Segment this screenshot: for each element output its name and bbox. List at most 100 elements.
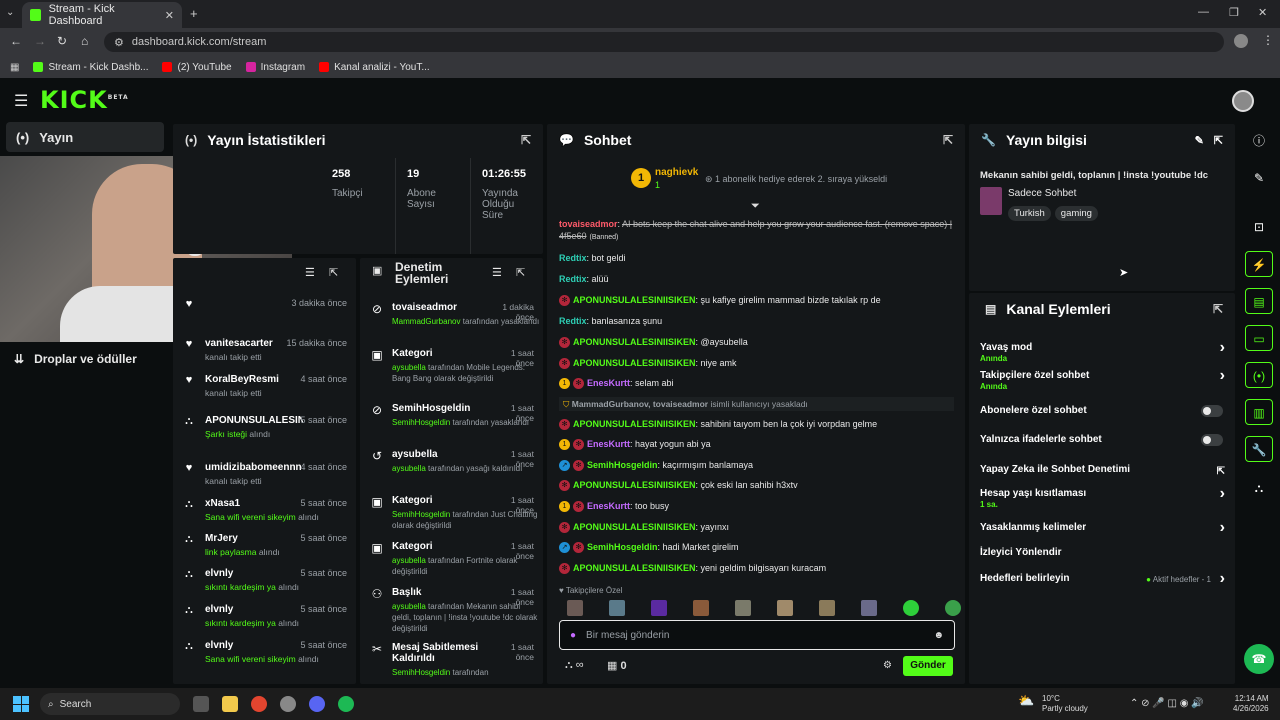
edit-icon[interactable]: ✎ bbox=[1245, 165, 1273, 191]
forward-icon[interactable]: → bbox=[34, 34, 46, 48]
viewer-avatar[interactable] bbox=[651, 600, 667, 616]
popout-icon[interactable]: ⇱ bbox=[943, 133, 953, 147]
channel-action-item[interactable]: İzleyici Yönlendir bbox=[980, 547, 1225, 558]
tab-list-icon[interactable]: ⌄ bbox=[6, 7, 14, 18]
filter-icon[interactable]: ☰ bbox=[305, 266, 315, 279]
close-tab-icon[interactable]: ✕ bbox=[165, 9, 174, 22]
filter-icon[interactable]: ☰ bbox=[492, 266, 502, 279]
chat-message[interactable]: ⛉ MammadGurbanov, tovaiseadmor isimli ku… bbox=[559, 397, 954, 411]
chat-icon[interactable]: ▭ bbox=[1245, 325, 1273, 351]
chat-input[interactable]: ● Bir mesaj gönderin ☻ bbox=[559, 620, 955, 650]
chat-message[interactable]: 1 ✻ EnesKurtt: hayat yogun abi ya bbox=[559, 438, 954, 451]
spotify-icon[interactable] bbox=[338, 696, 354, 712]
browser-tab[interactable]: Stream - Kick Dashboard ✕ bbox=[22, 2, 182, 28]
emote-link-icon[interactable]: ⛬ ∞ bbox=[565, 659, 584, 672]
chat-username[interactable]: APONUNSULALESINIISIKEN bbox=[573, 563, 696, 573]
profile-avatar[interactable] bbox=[1234, 34, 1248, 48]
chat-message[interactable]: ✻ APONUNSULALESINIISIKEN: şu kafiye girel… bbox=[559, 294, 954, 307]
chat-username[interactable]: tovaiseadmor bbox=[559, 219, 618, 229]
chat-username[interactable]: APONUNSULALESINIISIKEN bbox=[573, 522, 696, 532]
activity-item[interactable]: ♥ vanitesacarter 15 dakika önce kanalı taki… bbox=[183, 338, 353, 362]
chat-username[interactable]: SemihHosgeldin bbox=[587, 542, 658, 552]
channel-action-item[interactable]: Yapay Zeka ile Sohbet Denetimi ⇱ bbox=[980, 464, 1225, 477]
taskbar-search[interactable]: ⌕ Search bbox=[40, 693, 180, 715]
tray-icons[interactable]: ⌃ ⊘ 🎤 ◫ ◉ 🔊 bbox=[1130, 698, 1204, 709]
bookmark-channel-analytics[interactable]: Kanal analizi - YouT... bbox=[319, 62, 430, 73]
chat-username[interactable]: SemihHosgeldin bbox=[587, 460, 658, 470]
chat-username[interactable]: APONUNSULALESINIISIKEN bbox=[573, 480, 696, 490]
chat-username[interactable]: Redtix bbox=[559, 274, 587, 284]
chat-username[interactable]: EnesKurtt bbox=[587, 439, 630, 449]
reload-icon[interactable]: ↻ bbox=[57, 34, 67, 48]
moderation-item[interactable]: ▣ Kategori 1 saat önce aysubella tarafından… bbox=[370, 541, 540, 577]
activity-item[interactable]: ⛬ elvnly 5 saat önce sıkıntı kardeşim ya al… bbox=[183, 568, 353, 592]
chat-message[interactable]: ✻ APONUNSULALESINIISIKEN: niye amk bbox=[559, 357, 954, 370]
chat-username[interactable]: EnesKurtt bbox=[587, 378, 630, 388]
site-info-icon[interactable]: ⚙ bbox=[114, 36, 124, 49]
activity-item[interactable]: ⛬ xNasa1 5 saat önce Sana wifi vereni sikey… bbox=[183, 498, 353, 522]
support-icon[interactable]: ☎ bbox=[1244, 644, 1274, 674]
close-window-icon[interactable]: ✕ bbox=[1258, 6, 1267, 19]
home-icon[interactable]: ⌂ bbox=[81, 34, 88, 48]
user-avatar[interactable] bbox=[1232, 90, 1254, 112]
activity-item[interactable]: ⛬ MrJery 5 saat önce link paylasma alındı bbox=[183, 533, 353, 557]
tag[interactable]: Turkish bbox=[1008, 206, 1051, 221]
popout-icon[interactable]: ⇱ bbox=[1213, 302, 1223, 316]
viewer-avatar[interactable] bbox=[861, 600, 877, 616]
viewer-avatar[interactable] bbox=[777, 600, 793, 616]
clock[interactable]: 12:14 AM 4/26/2026 bbox=[1233, 694, 1269, 714]
chat-message[interactable]: ✻ APONUNSULALESINIISIKEN: yayınxı bbox=[559, 521, 954, 534]
chat-username[interactable]: EnesKurtt bbox=[587, 501, 630, 511]
tag[interactable]: gaming bbox=[1054, 206, 1098, 221]
activity-item[interactable]: ♥ 3 dakika önce bbox=[183, 298, 353, 310]
discord-icon[interactable] bbox=[309, 696, 325, 712]
gift-user[interactable]: naghievk bbox=[655, 167, 698, 178]
chevron-right-icon[interactable]: › bbox=[1220, 485, 1225, 503]
toggle-switch[interactable] bbox=[1201, 434, 1223, 446]
activity-item[interactable]: ⛬ APONUNSULALESINIISIKEN5 saat önce Şarkı … bbox=[183, 415, 353, 439]
weather-widget[interactable]: 10°C Partly cloudy bbox=[1042, 694, 1088, 714]
chat-username[interactable]: Redtix bbox=[559, 253, 587, 263]
chat-message[interactable]: ✻ APONUNSULALESINIISIKEN: yeni geldim bil… bbox=[559, 562, 954, 575]
chat-message[interactable]: ✻ APONUNSULALESINIISIKEN: @aysubella bbox=[559, 336, 954, 349]
category-name[interactable]: Sadece Sohbet bbox=[1008, 188, 1076, 199]
back-icon[interactable]: ← bbox=[10, 34, 22, 48]
chevron-right-icon[interactable]: › bbox=[1220, 367, 1225, 385]
send-button[interactable]: Gönder bbox=[903, 656, 953, 676]
activity-item[interactable]: ⛬ elvnly 5 saat önce Sana wifi vereni sikey… bbox=[183, 640, 353, 664]
file-explorer-icon[interactable] bbox=[222, 696, 238, 712]
chevron-right-icon[interactable]: › bbox=[1220, 570, 1225, 588]
chat-username[interactable]: APONUNSULALESINIISIKEN bbox=[573, 358, 696, 368]
external-link-icon[interactable]: ⇱ bbox=[1217, 466, 1225, 477]
popout-icon[interactable]: ⇱ bbox=[521, 133, 531, 147]
toggle-switch[interactable] bbox=[1201, 405, 1223, 417]
chat-message[interactable]: ✻ APONUNSULALESINIISIKEN: çok eski lan sa… bbox=[559, 479, 954, 492]
chat-message[interactable]: ↗ ✻ SemihHosgeldin: hadi Market girelim bbox=[559, 541, 954, 554]
channel-action-item[interactable]: Takipçilere özel sohbet Anında › bbox=[980, 367, 1225, 391]
channel-action-item[interactable]: Yasaklanmış kelimeler › bbox=[980, 519, 1225, 536]
edit-icon[interactable]: ✎ bbox=[1195, 134, 1204, 147]
info-icon[interactable]: ⓘ bbox=[1245, 128, 1273, 154]
url-field[interactable]: ⚙ dashboard.kick.com/stream bbox=[104, 32, 1224, 52]
clipboard-icon[interactable]: ▤ bbox=[1245, 288, 1273, 314]
screen-capture-icon[interactable]: ⊡ bbox=[1245, 214, 1273, 240]
windows-start-icon[interactable] bbox=[13, 696, 29, 712]
channel-action-item[interactable]: Abonelere özel sohbet bbox=[980, 405, 1225, 417]
chat-message[interactable]: tovaiseadmor: AI bots keep the chat aliv… bbox=[559, 218, 954, 244]
channel-action-item[interactable]: Hesap yaşı kısıtlaması 1 sa. › bbox=[980, 485, 1225, 509]
chat-message[interactable]: Redtix: alüü bbox=[559, 273, 954, 285]
lightning-icon[interactable]: ⚡ bbox=[1245, 251, 1273, 277]
chat-message[interactable]: 1 ✻ EnesKurtt: selam abi bbox=[559, 377, 954, 390]
viewer-avatar[interactable] bbox=[819, 600, 835, 616]
viewer-avatar[interactable] bbox=[735, 600, 751, 616]
nav-item-stream[interactable]: (•) Yayın bbox=[6, 122, 164, 152]
moderation-item[interactable]: ↺ aysubella 1 saat önce aysubella tarafında… bbox=[370, 449, 540, 474]
viewer-avatar[interactable] bbox=[693, 600, 709, 616]
bookmark-youtube[interactable]: (2) YouTube bbox=[162, 62, 232, 73]
bookmark-kick[interactable]: Stream - Kick Dashb... bbox=[33, 62, 148, 73]
task-view-icon[interactable] bbox=[193, 696, 209, 712]
maximize-icon[interactable]: ❐ bbox=[1229, 6, 1239, 19]
chat-username[interactable]: APONUNSULALESINIISIKEN bbox=[573, 295, 696, 305]
chat-message[interactable]: 1 ✻ EnesKurtt: too busy bbox=[559, 500, 954, 513]
new-tab-icon[interactable]: + bbox=[190, 6, 198, 21]
